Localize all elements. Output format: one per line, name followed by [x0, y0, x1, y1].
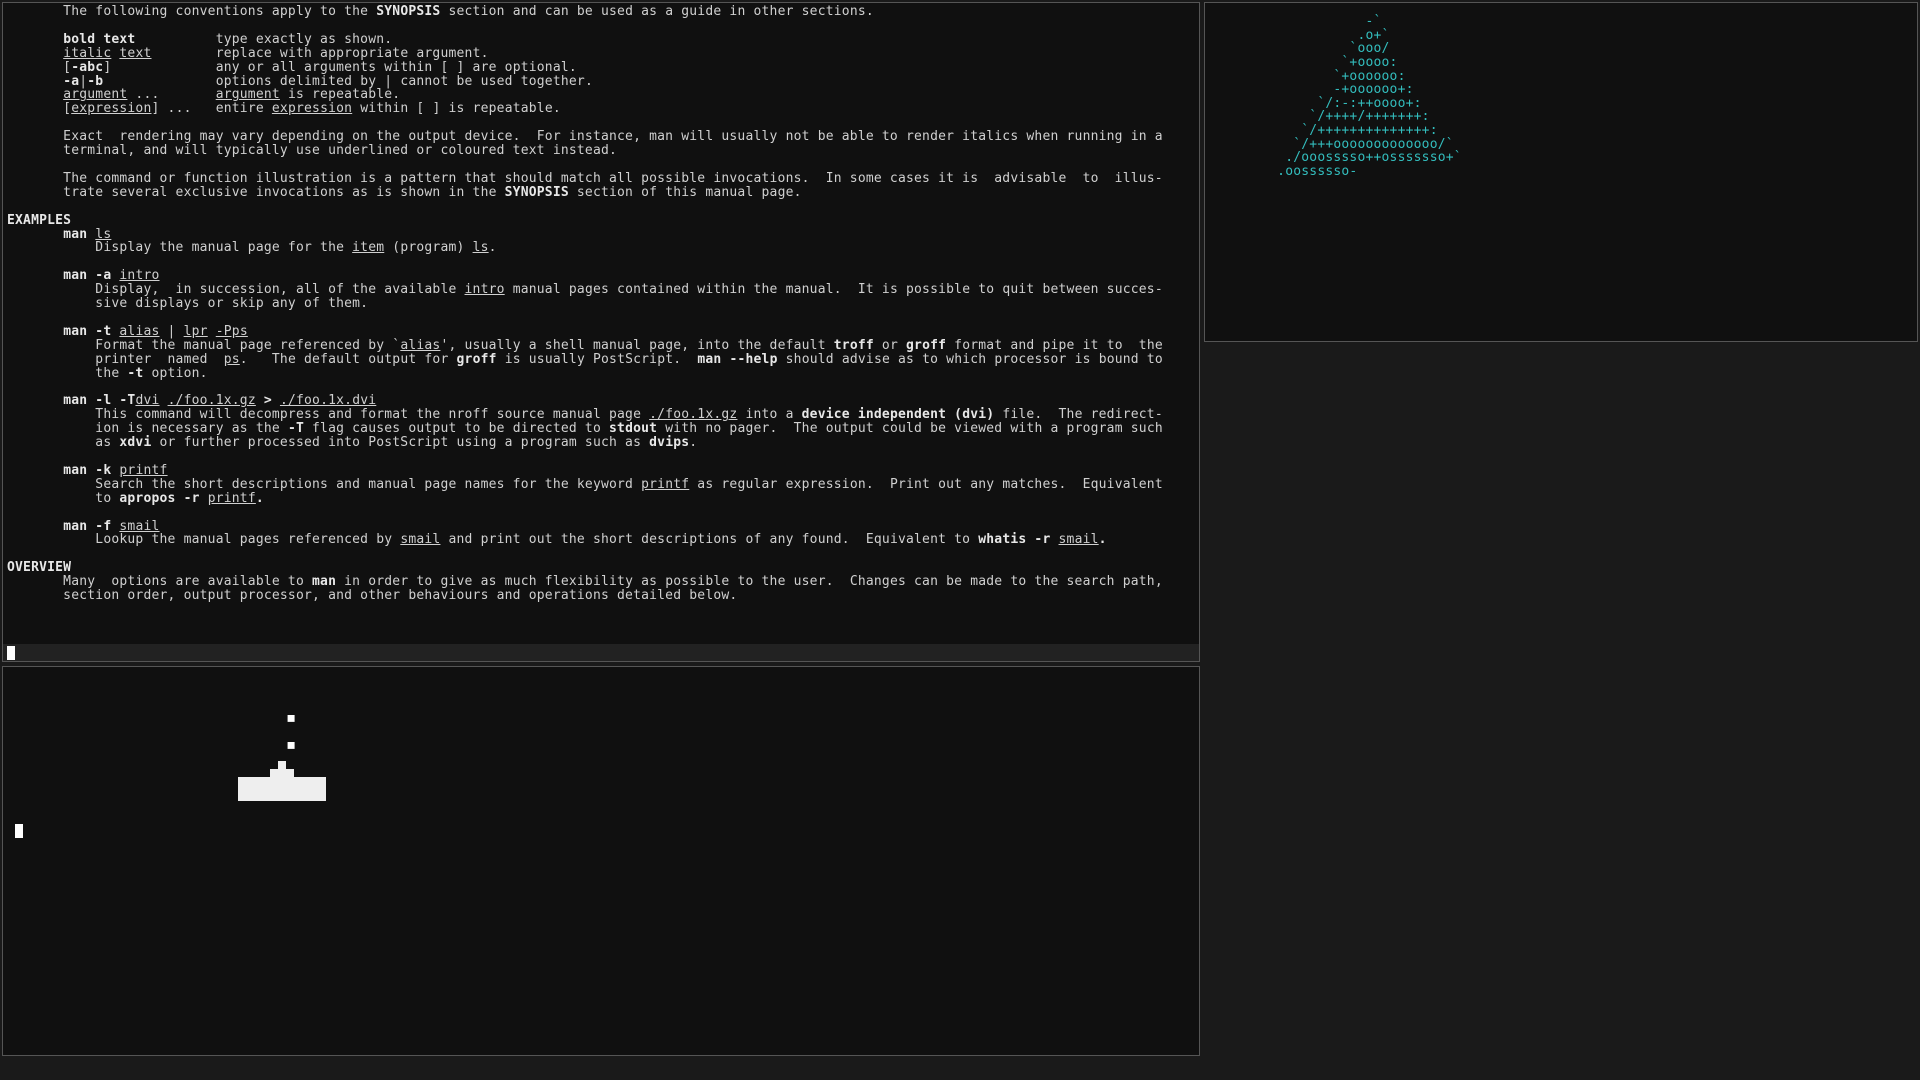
arch-ascii-logo: -` .o+` `ooo/ `+oooo: `+oooooo: -+oooooo… — [1217, 13, 1466, 181]
man-content: The following conventions apply to the S… — [3, 3, 1199, 605]
terminal-shell[interactable]: ▪ ▪ — [2, 666, 1200, 1056]
terminal-man-page[interactable]: The following conventions apply to the S… — [2, 2, 1200, 662]
invaders-art: ▪ ▪ — [3, 667, 1199, 815]
shell-prompt[interactable] — [3, 819, 1199, 843]
terminal-screenfetch[interactable]: -` .o+` `ooo/ `+oooo: `+oooooo: -+oooooo… — [1204, 2, 1918, 342]
man-status-line — [3, 644, 1199, 661]
